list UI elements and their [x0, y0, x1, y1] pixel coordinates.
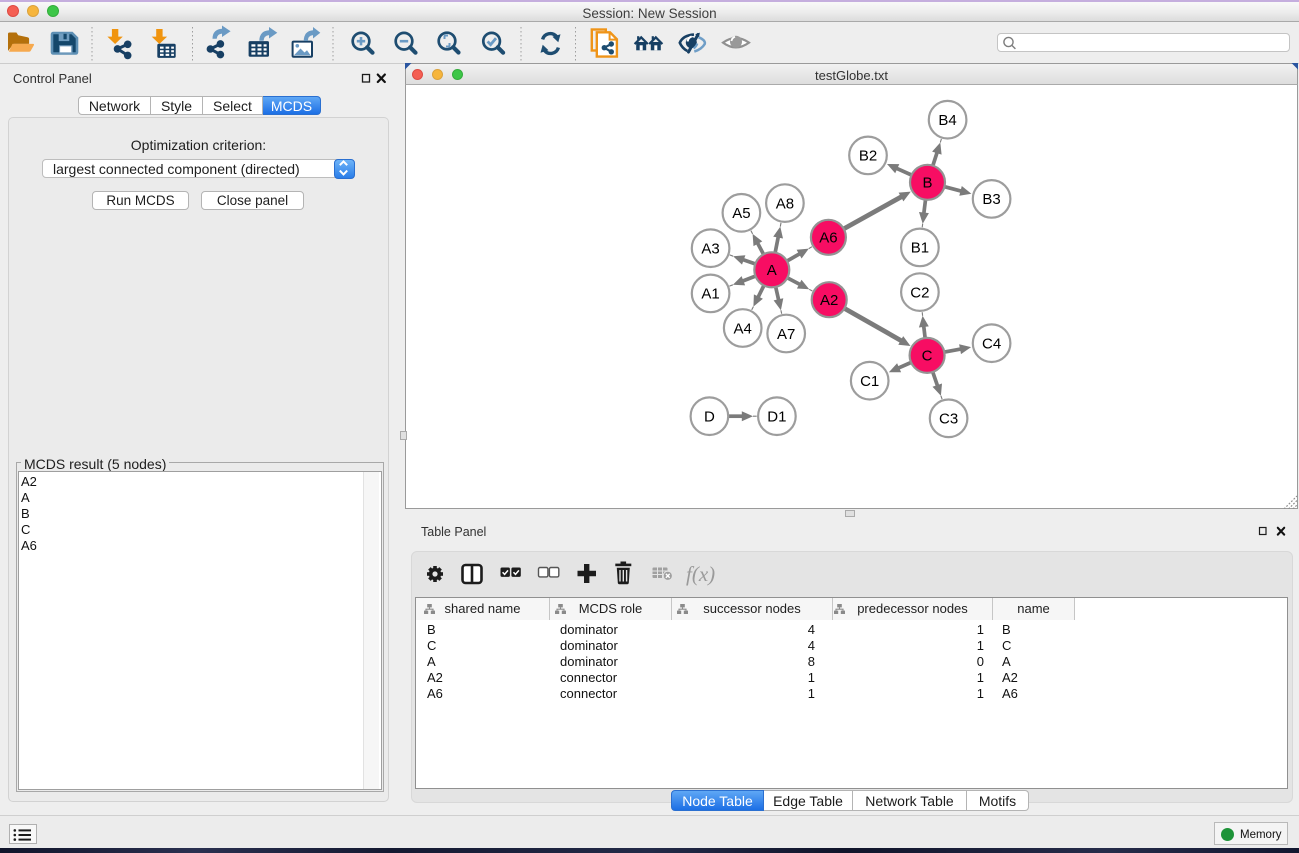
- svg-text:D1: D1: [767, 409, 786, 426]
- svg-text:A1: A1: [701, 286, 719, 303]
- svg-text:A8: A8: [776, 195, 794, 212]
- svg-text:B4: B4: [938, 112, 956, 129]
- svg-text:A2: A2: [820, 292, 838, 309]
- svg-text:B: B: [922, 175, 932, 192]
- svg-text:B1: B1: [911, 240, 929, 257]
- svg-text:B3: B3: [982, 191, 1000, 208]
- svg-text:A5: A5: [732, 205, 750, 222]
- svg-text:C4: C4: [982, 336, 1001, 353]
- svg-text:C3: C3: [939, 411, 958, 428]
- svg-text:A6: A6: [819, 230, 837, 247]
- svg-text:A7: A7: [777, 326, 795, 343]
- svg-text:C2: C2: [910, 284, 929, 301]
- svg-text:A4: A4: [734, 320, 752, 337]
- svg-text:A: A: [767, 262, 777, 279]
- svg-text:f(x): f(x): [686, 562, 715, 586]
- svg-text:C: C: [922, 348, 933, 365]
- svg-text:D: D: [704, 409, 715, 426]
- svg-text:A3: A3: [701, 241, 719, 258]
- svg-text:B2: B2: [859, 148, 877, 165]
- svg-text:C1: C1: [860, 373, 879, 390]
